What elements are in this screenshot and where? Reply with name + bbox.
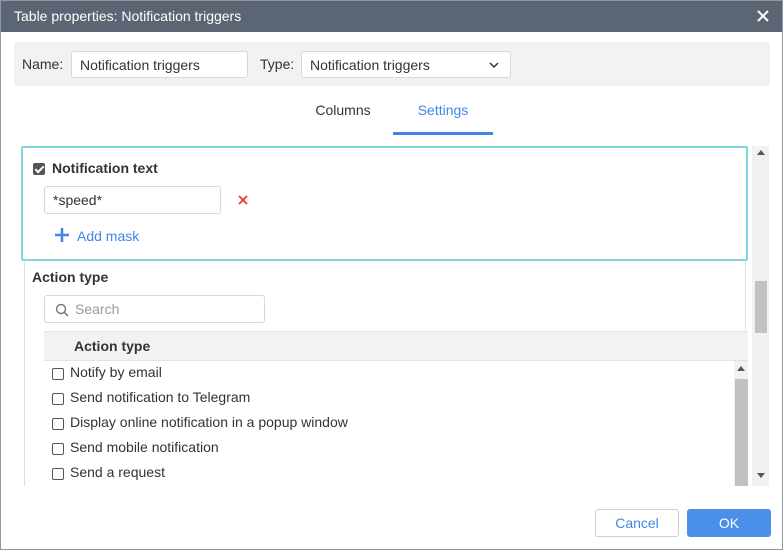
settings-content: Notification text *speed* Add mask Actio… [21,146,748,486]
notification-text-heading: Notification text [52,160,158,176]
type-select-value: Notification triggers [310,57,430,73]
name-label: Name: [22,56,64,72]
item-checkbox[interactable] [52,468,64,480]
scroll-up-arrow-icon[interactable] [757,150,765,155]
notification-text-checkbox[interactable] [33,163,45,175]
add-mask-label: Add mask [77,228,140,244]
search-icon [55,303,69,317]
search-input[interactable]: Search [44,295,265,323]
list-item[interactable]: Send a request [44,461,734,486]
content-scrollbar-thumb[interactable] [755,281,767,333]
list-scrollbar-thumb[interactable] [735,379,748,486]
item-checkbox[interactable] [52,368,64,380]
dialog-titlebar: Table properties: Notification triggers [1,1,782,32]
action-type-section: Action type Search Action type Notify by… [24,261,748,486]
item-checkbox[interactable] [52,443,64,455]
cancel-button[interactable]: Cancel [595,509,679,537]
table-header-fields: Name: Notification triggers Type: Notifi… [14,42,770,86]
column-header-label: Action type [74,338,151,354]
list-item[interactable]: Send mobile notification [44,436,734,461]
item-label: Send notification to Telegram [70,389,251,405]
item-label: Send mobile notification [70,439,219,455]
table-properties-dialog: Table properties: Notification triggers … [0,0,783,550]
list-item[interactable]: Send notification to Telegram [44,386,734,411]
action-type-column-header: Action type [44,331,748,361]
plus-icon [55,228,69,242]
tab-bar: Columns Settings [293,93,493,135]
list-item[interactable]: Display online notification in a popup w… [44,411,734,436]
close-icon[interactable] [756,9,770,23]
item-checkbox[interactable] [52,418,64,430]
type-select[interactable]: Notification triggers [301,51,511,78]
tab-settings[interactable]: Settings [393,93,493,135]
item-label: Send a request [70,464,165,480]
item-label: Notify by email [70,364,162,380]
scroll-down-arrow-icon[interactable] [757,473,765,478]
name-input[interactable]: Notification triggers [71,51,248,78]
ok-button[interactable]: OK [687,509,771,537]
tab-columns[interactable]: Columns [293,93,393,135]
dialog-title: Table properties: Notification triggers [14,8,242,24]
scroll-up-arrow-icon[interactable] [737,366,745,371]
mask-input[interactable]: *speed* [44,186,221,214]
type-label: Type: [260,56,295,72]
item-checkbox[interactable] [52,393,64,405]
action-type-heading: Action type [32,269,109,285]
list-item[interactable]: Notify by email [44,361,734,386]
notification-text-section: Notification text *speed* Add mask [21,146,748,261]
chevron-down-icon [489,62,499,69]
list-scrollbar[interactable] [734,361,748,486]
content-scrollbar[interactable] [752,146,769,486]
remove-mask-icon[interactable] [237,194,249,206]
search-placeholder: Search [75,301,120,317]
action-type-table: Action type Notify by email Send notific… [44,331,748,486]
action-type-list: Notify by email Send notification to Tel… [44,361,748,486]
item-label: Display online notification in a popup w… [70,414,348,430]
